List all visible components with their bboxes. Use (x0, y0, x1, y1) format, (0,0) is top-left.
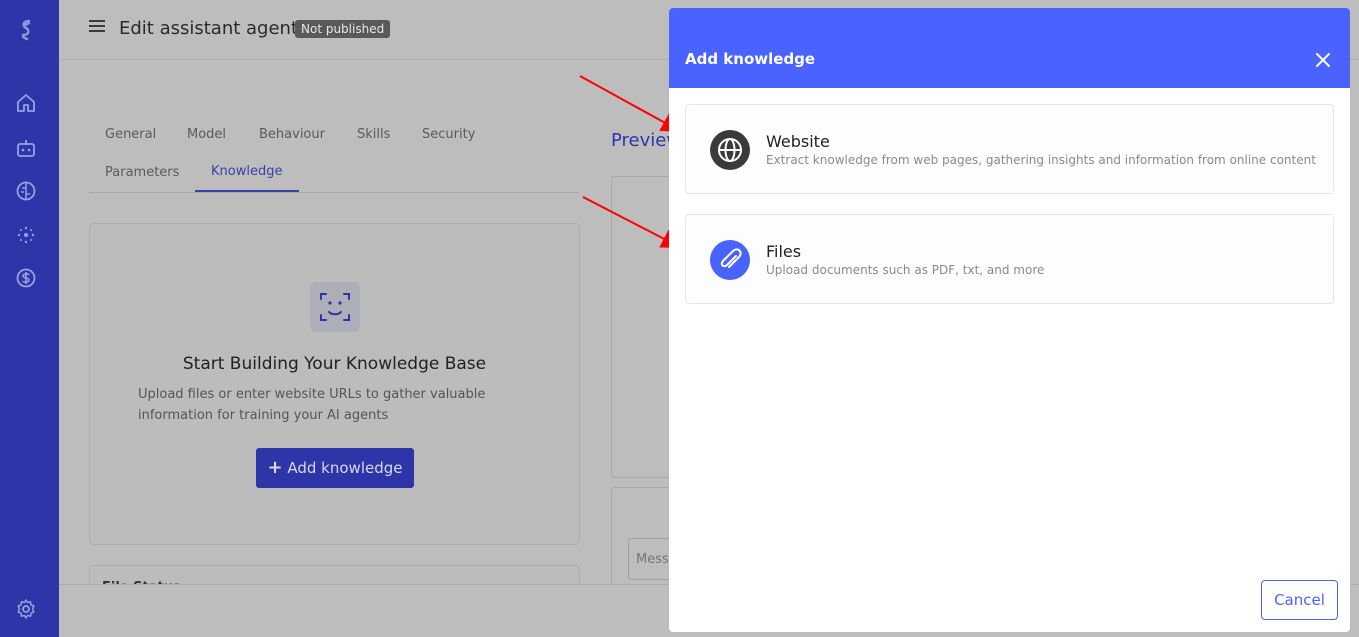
dollar-icon[interactable] (14, 266, 38, 290)
menu-icon[interactable] (89, 20, 105, 34)
status-badge: Not published (295, 20, 391, 38)
knowledge-description: Upload files or enter website URLs to ga… (138, 387, 486, 423)
cancel-button[interactable]: Cancel (1261, 580, 1338, 620)
modal-header: Add knowledge (669, 8, 1350, 88)
active-tab-indicator (195, 190, 299, 192)
tabs-divider (89, 192, 579, 193)
sidebar (0, 0, 59, 637)
settings-gear-icon[interactable] (14, 597, 38, 621)
paperclip-icon (710, 240, 750, 280)
tab-general[interactable]: General (105, 127, 156, 142)
tab-parameters[interactable]: Parameters (105, 165, 179, 180)
modal-title: Add knowledge (685, 50, 816, 68)
option-files-title: Files (766, 242, 802, 261)
sparkle-icon[interactable] (14, 223, 38, 247)
add-knowledge-label: Add knowledge (287, 459, 403, 477)
option-website-title: Website (766, 132, 830, 151)
home-icon[interactable] (14, 91, 38, 115)
face-scan-icon (310, 282, 360, 332)
close-icon[interactable] (1314, 51, 1332, 69)
knowledge-empty-state: Start Building Your Knowledge Base Uploa… (89, 223, 580, 545)
bot-icon[interactable] (14, 136, 38, 160)
option-files-description: Upload documents such as PDF, txt, and m… (766, 263, 1045, 277)
logo-icon[interactable] (14, 18, 38, 42)
add-knowledge-button[interactable]: + Add knowledge (256, 448, 414, 488)
brain-icon[interactable] (14, 179, 38, 203)
plus-icon: + (267, 457, 283, 478)
page-title: Edit assistant agent (119, 18, 299, 39)
tab-behaviour[interactable]: Behaviour (259, 127, 325, 142)
option-website-description: Extract knowledge from web pages, gather… (766, 153, 1316, 167)
option-website[interactable]: Website Extract knowledge from web pages… (685, 104, 1334, 194)
tab-model[interactable]: Model (187, 127, 226, 142)
tab-skills[interactable]: Skills (357, 127, 390, 142)
option-files[interactable]: Files Upload documents such as PDF, txt,… (685, 214, 1334, 304)
add-knowledge-modal: Add knowledge Website Extract knowledge … (669, 8, 1350, 632)
tab-security[interactable]: Security (422, 127, 475, 142)
globe-icon (710, 130, 750, 170)
tab-knowledge[interactable]: Knowledge (211, 164, 282, 179)
knowledge-title: Start Building Your Knowledge Base (182, 354, 487, 374)
